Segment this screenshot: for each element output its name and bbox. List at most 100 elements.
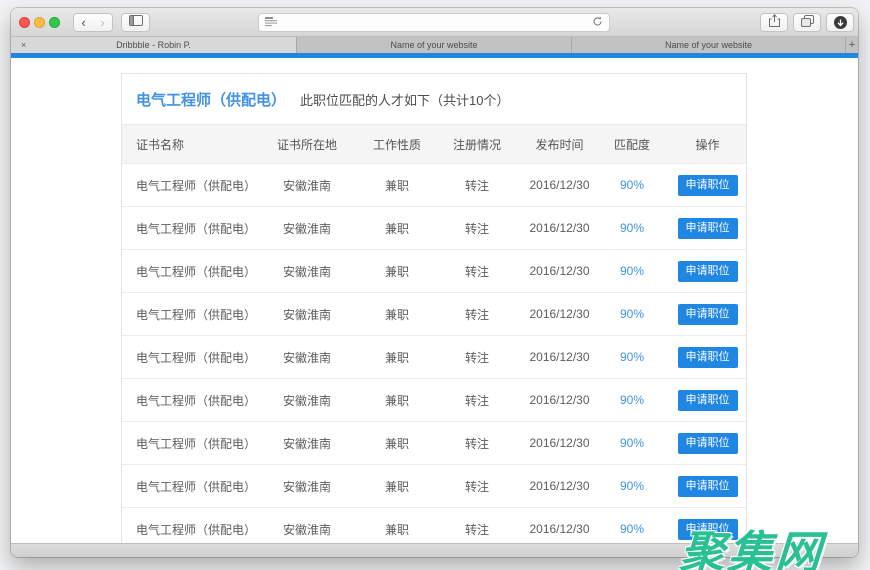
col-header-match: 匹配度	[613, 137, 650, 152]
cell-registration: 转注	[464, 264, 489, 279]
tab-label: Dribbble - Robin P.	[116, 40, 191, 50]
col-header-location: 证书所在地	[276, 137, 337, 152]
table-row: 电气工程师（供配电） 安徽淮南 兼职 转注 2016/12/30 90% 申请职…	[122, 292, 746, 335]
cell-certificate: 电气工程师（供配电）	[136, 350, 257, 365]
cell-location: 安徽淮南	[282, 307, 331, 322]
cell-publish-date: 2016/12/30	[529, 393, 590, 407]
cell-certificate: 电气工程师（供配电）	[136, 178, 257, 193]
toolbar-right-buttons	[760, 13, 854, 32]
cell-certificate: 电气工程师（供配电）	[136, 436, 257, 451]
col-header-action: 操作	[695, 137, 720, 152]
refresh-icon[interactable]	[592, 14, 603, 32]
apply-button[interactable]: 申请职位	[677, 303, 738, 325]
tab-bar: × Dribbble - Robin P. Name of your websi…	[11, 37, 858, 53]
table-body: 电气工程师（供配电） 安徽淮南 兼职 转注 2016/12/30 90% 申请职…	[122, 163, 746, 543]
cell-action: 申请职位	[667, 217, 748, 239]
cell-registration: 转注	[464, 436, 489, 451]
cell-certificate: 电气工程师（供配电）	[136, 479, 257, 494]
col-header-publish-date: 发布时间	[535, 137, 584, 152]
table-row: 电气工程师（供配电） 安徽淮南 兼职 转注 2016/12/30 90% 申请职…	[122, 249, 746, 292]
cell-job-type: 兼职	[384, 307, 409, 322]
table-row: 电气工程师（供配电） 安徽淮南 兼职 转注 2016/12/30 90% 申请职…	[122, 378, 746, 421]
cell-location: 安徽淮南	[282, 436, 331, 451]
new-tab-button[interactable]: +	[845, 37, 858, 53]
cell-job-type: 兼职	[384, 479, 409, 494]
col-header-registration: 注册情况	[452, 137, 501, 152]
cell-match: 90%	[619, 350, 645, 364]
cell-job-type: 兼职	[384, 436, 409, 451]
cell-match: 90%	[619, 479, 645, 493]
cell-action: 申请职位	[667, 174, 748, 196]
cell-publish-date: 2016/12/30	[529, 221, 590, 235]
forward-button[interactable]: ›	[93, 14, 112, 31]
cell-certificate: 电气工程师（供配电）	[136, 264, 257, 279]
close-tab-icon[interactable]: ×	[21, 40, 26, 50]
cell-location: 安徽淮南	[282, 522, 331, 537]
tab-overview-icon	[800, 14, 814, 32]
tab-overview-button[interactable]	[793, 13, 821, 32]
cell-action: 申请职位	[667, 260, 748, 282]
apply-button[interactable]: 申请职位	[677, 432, 738, 454]
cell-publish-date: 2016/12/30	[529, 307, 590, 321]
downloads-button[interactable]	[826, 13, 854, 32]
cell-job-type: 兼职	[384, 393, 409, 408]
apply-button[interactable]: 申请职位	[677, 217, 738, 239]
back-button[interactable]: ‹	[74, 14, 93, 31]
tab-website-1[interactable]: Name of your website	[296, 37, 571, 53]
table-row: 电气工程师（供配电） 安徽淮南 兼职 转注 2016/12/30 90% 申请职…	[122, 206, 746, 249]
cell-job-type: 兼职	[384, 178, 409, 193]
reader-icon	[265, 14, 277, 32]
table-row: 电气工程师（供配电） 安徽淮南 兼职 转注 2016/12/30 90% 申请职…	[122, 163, 746, 206]
cell-publish-date: 2016/12/30	[529, 522, 590, 536]
cell-registration: 转注	[464, 221, 489, 236]
cell-match: 90%	[619, 264, 645, 278]
tab-website-2[interactable]: Name of your website	[571, 37, 845, 53]
apply-button[interactable]: 申请职位	[677, 475, 738, 497]
cell-job-type: 兼职	[384, 221, 409, 236]
card-header: 电气工程师（供配电） 此职位匹配的人才如下（共计10个）	[122, 74, 746, 124]
apply-button[interactable]: 申请职位	[677, 174, 738, 196]
cell-registration: 转注	[464, 307, 489, 322]
job-match-card: 电气工程师（供配电） 此职位匹配的人才如下（共计10个） 证书名称 证书所在地 …	[121, 73, 747, 543]
share-icon	[768, 13, 780, 32]
page-subtitle: 此职位匹配的人才如下（共计10个）	[300, 92, 510, 108]
share-button[interactable]	[760, 13, 788, 32]
cell-action: 申请职位	[667, 303, 748, 325]
cell-match: 90%	[619, 522, 645, 536]
table-row: 电气工程师（供配电） 安徽淮南 兼职 转注 2016/12/30 90% 申请职…	[122, 507, 746, 543]
apply-button[interactable]: 申请职位	[677, 346, 738, 368]
sidebar-toggle-button[interactable]	[121, 12, 150, 32]
zoom-window-button[interactable]	[49, 16, 60, 28]
tab-dribbble[interactable]: × Dribbble - Robin P.	[11, 37, 296, 53]
tab-label: Name of your website	[664, 40, 753, 50]
apply-button[interactable]: 申请职位	[677, 260, 738, 282]
cell-job-type: 兼职	[384, 522, 409, 537]
cell-action: 申请职位	[667, 432, 748, 454]
col-header-certificate: 证书名称	[136, 137, 185, 152]
close-window-button[interactable]	[19, 16, 30, 28]
table-row: 电气工程师（供配电） 安徽淮南 兼职 转注 2016/12/30 90% 申请职…	[122, 335, 746, 378]
cell-registration: 转注	[464, 522, 489, 537]
cell-location: 安徽淮南	[282, 393, 331, 408]
cell-publish-date: 2016/12/30	[529, 436, 590, 450]
cell-certificate: 电气工程师（供配电）	[136, 307, 257, 322]
cell-match: 90%	[619, 178, 645, 192]
cell-publish-date: 2016/12/30	[529, 178, 590, 192]
nav-buttons: ‹ ›	[73, 12, 113, 32]
cell-certificate: 电气工程师（供配电）	[136, 522, 257, 537]
cell-certificate: 电气工程师（供配电）	[136, 393, 257, 408]
cell-publish-date: 2016/12/30	[529, 264, 590, 278]
cell-action: 申请职位	[667, 475, 748, 497]
minimize-window-button[interactable]	[34, 16, 45, 28]
table-row: 电气工程师（供配电） 安徽淮南 兼职 转注 2016/12/30 90% 申请职…	[122, 421, 746, 464]
col-header-job-type: 工作性质	[372, 137, 421, 152]
apply-button[interactable]: 申请职位	[677, 389, 738, 411]
cell-action: 申请职位	[667, 389, 748, 411]
cell-location: 安徽淮南	[282, 178, 331, 193]
browser-titlebar: ‹ ›	[11, 8, 858, 37]
downloads-icon	[833, 16, 847, 29]
cell-registration: 转注	[464, 178, 489, 193]
watermark: 聚集网	[677, 527, 826, 570]
address-bar[interactable]	[258, 13, 610, 32]
page-content: 电气工程师（供配电） 此职位匹配的人才如下（共计10个） 证书名称 证书所在地 …	[11, 58, 858, 543]
